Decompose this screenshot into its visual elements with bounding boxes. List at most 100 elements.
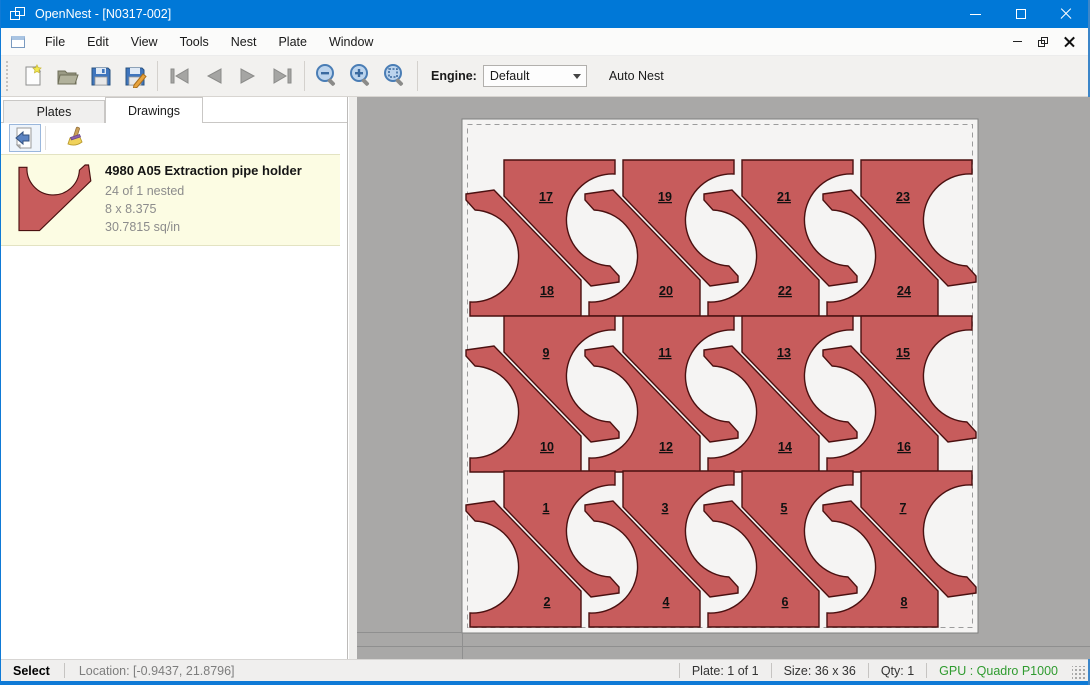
save-icon	[89, 64, 113, 88]
go-last-icon	[269, 64, 295, 88]
part-number-label: 21	[777, 190, 791, 204]
part-number-label: 20	[659, 284, 673, 298]
zoom-out-icon	[314, 63, 340, 89]
save-button[interactable]	[84, 60, 118, 92]
mdi-close-button[interactable]	[1056, 28, 1082, 55]
main-toolbar: Engine: Default Auto Nest	[1, 56, 1088, 97]
part-number-label: 10	[540, 440, 554, 454]
panel-splitter[interactable]	[349, 97, 357, 659]
tab-drawings[interactable]: Drawings	[105, 97, 203, 123]
clean-button[interactable]	[58, 124, 90, 152]
mdi-close-icon	[1064, 36, 1075, 47]
clean-icon	[62, 126, 86, 150]
part-number-label: 11	[658, 346, 671, 360]
menu-nest[interactable]: Nest	[220, 28, 268, 55]
minimize-icon	[970, 14, 981, 15]
auto-nest-button[interactable]: Auto Nest	[601, 65, 672, 87]
new-document-button[interactable]	[16, 60, 50, 92]
menu-edit[interactable]: Edit	[76, 28, 120, 55]
part-number-label: 18	[540, 284, 554, 298]
save-as-icon	[123, 64, 147, 88]
zoom-fit-button[interactable]	[378, 60, 412, 92]
mdi-minimize-button[interactable]	[1004, 28, 1030, 55]
nest-canvas[interactable]: 171819202122232491011121314151612345678	[357, 97, 1088, 659]
titlebar: OpenNest - [N0317-002]	[1, 0, 1088, 28]
panel-tabs: Plates Drawings	[1, 97, 347, 123]
menu-window[interactable]: Window	[318, 28, 384, 55]
status-qty: Qty: 1	[869, 664, 926, 678]
part-number-label: 9	[543, 346, 550, 360]
part-number-label: 23	[896, 190, 910, 204]
part-number-label: 4	[663, 595, 670, 609]
go-next-icon	[235, 64, 261, 88]
zoom-fit-icon	[382, 63, 408, 89]
menubar: File Edit View Tools Nest Plate Window	[1, 28, 1088, 56]
drawing-area: 30.7815 sq/in	[105, 218, 302, 236]
part-number-label: 6	[782, 595, 789, 609]
part-number-label: 7	[900, 501, 907, 515]
part-number-label: 17	[539, 190, 553, 204]
next-plate-button[interactable]	[231, 60, 265, 92]
part-number-label: 24	[897, 284, 911, 298]
drawing-nested-count: 24 of 1 nested	[105, 182, 302, 200]
zoom-in-icon	[348, 63, 374, 89]
minimize-button[interactable]	[953, 0, 998, 28]
part-number-label: 19	[658, 190, 672, 204]
save-as-button[interactable]	[118, 60, 152, 92]
previous-plate-button[interactable]	[197, 60, 231, 92]
drawing-list-item[interactable]: 4980 A05 Extraction pipe holder 24 of 1 …	[1, 154, 340, 246]
part-number-label: 16	[897, 440, 911, 454]
engine-value: Default	[484, 69, 569, 83]
menu-tools[interactable]: Tools	[169, 28, 220, 55]
return-drawing-icon	[13, 126, 37, 150]
menu-view[interactable]: View	[120, 28, 169, 55]
first-plate-button[interactable]	[163, 60, 197, 92]
resize-grip[interactable]	[1072, 666, 1086, 680]
open-button[interactable]	[50, 60, 84, 92]
part-number-label: 2	[544, 595, 551, 609]
zoom-in-button[interactable]	[344, 60, 378, 92]
nest-view[interactable]: 171819202122232491011121314151612345678	[357, 97, 1090, 659]
toolbar-grip[interactable]	[5, 61, 10, 91]
zoom-out-button[interactable]	[310, 60, 344, 92]
part-number-label: 15	[896, 346, 910, 360]
maximize-button[interactable]	[998, 0, 1043, 28]
go-first-icon	[167, 64, 193, 88]
mdi-document-icon[interactable]	[11, 36, 25, 48]
drawing-thumbnail	[17, 163, 95, 235]
part-number-label: 5	[781, 501, 788, 515]
mdi-minimize-icon	[1013, 41, 1022, 43]
mdi-restore-button[interactable]	[1030, 28, 1056, 55]
menu-file[interactable]: File	[34, 28, 76, 55]
part-number-label: 22	[778, 284, 792, 298]
engine-select[interactable]: Default	[483, 65, 587, 87]
open-folder-icon	[55, 64, 79, 88]
last-plate-button[interactable]	[265, 60, 299, 92]
new-document-icon	[21, 64, 45, 88]
part-number-label: 14	[778, 440, 792, 454]
status-location: Location: [-0.9437, 21.8796]	[65, 664, 249, 678]
left-panel: Plates Drawings	[1, 97, 348, 659]
status-plate: Plate: 1 of 1	[680, 664, 771, 678]
menu-plate[interactable]: Plate	[267, 28, 318, 55]
maximize-icon	[1016, 9, 1026, 19]
drawing-title: 4980 A05 Extraction pipe holder	[105, 163, 302, 178]
part-number-label: 8	[901, 595, 908, 609]
close-button[interactable]	[1043, 0, 1088, 28]
part-number-label: 13	[777, 346, 791, 360]
dropdown-arrow-icon	[573, 74, 581, 79]
status-gpu: GPU : Quadro P1000	[927, 664, 1070, 678]
close-icon	[1060, 8, 1072, 20]
drawings-toolbar	[1, 123, 347, 153]
part-number-label: 3	[662, 501, 669, 515]
part-number-label: 1	[543, 501, 550, 515]
return-drawing-button[interactable]	[9, 124, 41, 152]
engine-label: Engine:	[431, 69, 477, 83]
mdi-restore-icon	[1038, 37, 1049, 47]
go-previous-icon	[201, 64, 227, 88]
statusbar: Select Location: [-0.9437, 21.8796] Plat…	[1, 659, 1088, 681]
part-number-label: 12	[659, 440, 673, 454]
tab-plates[interactable]: Plates	[3, 100, 105, 123]
status-mode: Select	[1, 664, 64, 678]
opennest-window: OpenNest - [N0317-002] File Edit View To…	[0, 0, 1090, 685]
